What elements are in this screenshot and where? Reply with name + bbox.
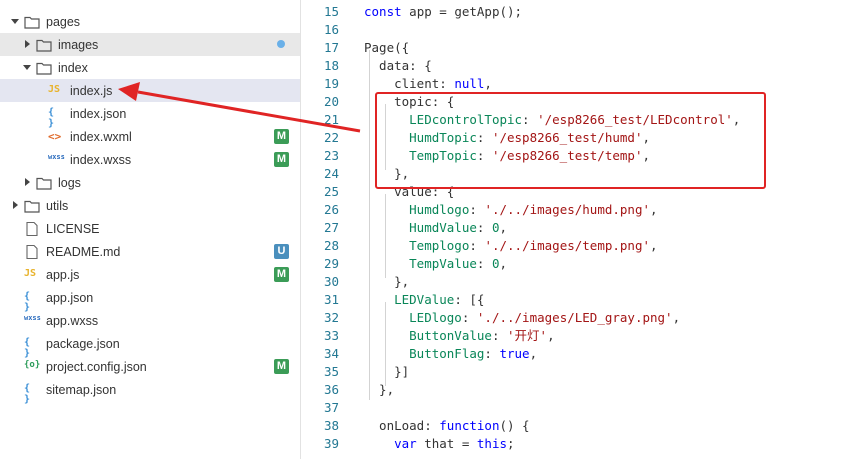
arrow-shaft (137, 90, 361, 133)
arrow-head (118, 82, 140, 101)
annotation-arrow (118, 82, 361, 133)
